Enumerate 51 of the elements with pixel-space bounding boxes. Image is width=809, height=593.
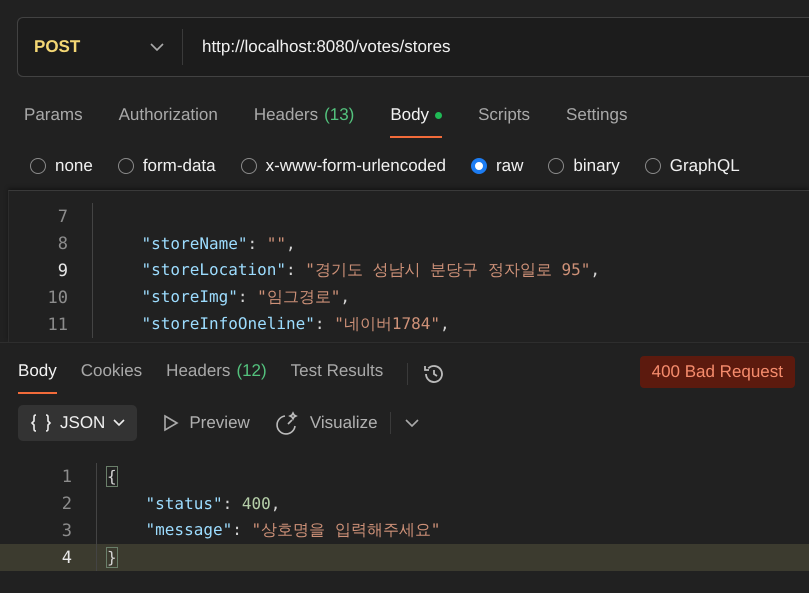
radio-button[interactable] [644, 158, 661, 174]
request-tab[interactable]: Headers (13) [254, 97, 354, 138]
response-tab[interactable]: Headers (12) [166, 353, 267, 394]
radio-button[interactable] [118, 158, 134, 174]
line-number: 11 [46, 314, 69, 334]
chevron-down-icon [150, 43, 164, 51]
status-badge: 400 Bad Request [640, 356, 795, 388]
line-number: 1 [60, 466, 73, 486]
chevron-down-icon [113, 419, 126, 427]
line-number: 2 [60, 494, 73, 514]
code-line: "storeName": "", [140, 234, 296, 253]
line-number: 9 [56, 260, 69, 280]
radio-button[interactable] [30, 158, 46, 174]
line-number: 3 [60, 520, 73, 540]
code-line: "storeImg": "임그경로", [140, 287, 350, 308]
format-dropdown[interactable]: JSON [18, 405, 138, 441]
preview-button[interactable]: Preview [163, 413, 250, 433]
request-body-editor[interactable]: 7 8 "storeName": "", 9 "storeLocation": "경기도 성남시 분당구 정자일로 95", 10 "storeImg": "임그경로", 11 "storeInfoOneline": "네이버1784", [8, 190, 809, 342]
radio-label[interactable]: none [55, 156, 93, 176]
sparkle-gauge-icon [276, 411, 300, 435]
radio-label[interactable]: x-www-form-urlencoded [266, 156, 446, 176]
radio-button[interactable] [240, 158, 257, 174]
line-number: 10 [46, 288, 69, 308]
radio-label[interactable]: form-data [142, 156, 216, 176]
radio-label[interactable]: GraphQL [670, 156, 740, 176]
code-line: "status": 400, [144, 494, 280, 513]
radio-button[interactable] [548, 158, 564, 174]
request-tab[interactable]: Params [24, 97, 83, 138]
radio-button[interactable] [471, 158, 488, 174]
visualize-button[interactable]: Visualize [276, 411, 378, 435]
play-icon [163, 414, 180, 432]
radio-label[interactable]: raw [496, 156, 524, 176]
line-number: 8 [56, 234, 69, 254]
radio-label[interactable]: binary [573, 156, 620, 176]
braces-icon [30, 413, 52, 433]
response-tab[interactable]: Test Results [290, 353, 384, 394]
response-tab[interactable]: Body [18, 353, 57, 394]
response-tab[interactable]: Cookies [80, 353, 142, 394]
code-line: "storeLocation": "경기도 성남시 분당구 정자일로 95", [140, 260, 600, 281]
code-line: "message": "상호명을 입력해주세요" [144, 520, 440, 541]
request-tab[interactable]: Body [390, 97, 442, 138]
line-number: 4 [60, 548, 73, 568]
method-dropdown[interactable]: POST [18, 29, 183, 65]
request-tab[interactable]: Settings [566, 97, 628, 138]
request-tab[interactable]: Scripts [478, 97, 530, 138]
code-line: } [107, 548, 117, 567]
request-tab[interactable]: Authorization [118, 97, 218, 138]
code-line: { [107, 467, 117, 486]
line-number: 7 [56, 206, 69, 226]
url-input[interactable]: http://localhost:8080/votes/stores [183, 37, 451, 57]
code-line: "storeInfoOneline": "네이버1784", [140, 314, 450, 335]
